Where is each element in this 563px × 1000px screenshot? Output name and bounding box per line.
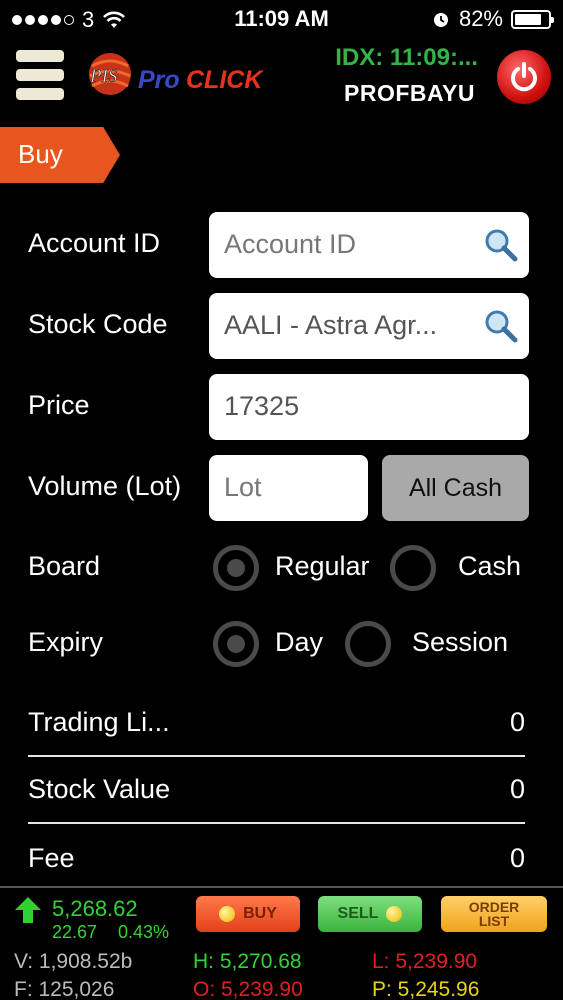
- quick-sell-button[interactable]: SELL: [318, 896, 422, 932]
- price-input[interactable]: 17325: [209, 374, 529, 440]
- svg-text:PIS: PIS: [89, 66, 118, 87]
- order-list-button[interactable]: ORDER LIST: [441, 896, 547, 932]
- battery-icon: [511, 9, 554, 29]
- app-header: PIS Pro CLICK IDX: 11:09:... PROFBAYU: [0, 40, 563, 112]
- menu-icon[interactable]: [16, 50, 64, 100]
- index-value: 5,268.62: [52, 896, 138, 921]
- price-label: Price: [28, 390, 90, 420]
- trading-limit-value: 0: [509, 707, 525, 737]
- expiry-day-radio[interactable]: [213, 621, 259, 667]
- volume-label: Volume (Lot): [28, 471, 182, 501]
- high-stat: H: 5,270.68: [193, 950, 302, 973]
- board-cash-label: Cash: [458, 551, 522, 581]
- frequency-stat: F: 125,026: [14, 978, 115, 1000]
- search-icon[interactable]: [483, 308, 519, 344]
- idx-clock: IDX: 11:09:...: [335, 44, 478, 71]
- battery-level: [515, 13, 542, 25]
- board-label: Board: [28, 551, 101, 581]
- index-change-pct: 0.43%: [118, 922, 170, 942]
- account-id-label: Account ID: [28, 228, 161, 258]
- app-logo: PIS Pro CLICK: [86, 50, 296, 102]
- page-tag-buy: Buy: [0, 127, 120, 183]
- board-cash-radio[interactable]: [390, 545, 436, 591]
- trading-limit-label: Trading Li...: [28, 707, 170, 737]
- expiry-label: Expiry: [28, 627, 104, 657]
- all-cash-button[interactable]: All Cash: [382, 455, 529, 521]
- expiry-session-radio[interactable]: [345, 621, 391, 667]
- arrow-up-icon: [15, 897, 41, 923]
- search-icon[interactable]: [483, 227, 519, 263]
- expiry-session-label: Session: [412, 627, 509, 657]
- low-stat: L: 5,239.90: [372, 950, 478, 973]
- volume-lot-input[interactable]: Lot: [209, 455, 368, 521]
- volume-stat: V: 1,908.52b: [14, 950, 133, 973]
- status-bar: 3 11:09 AM 82%: [0, 0, 563, 38]
- divider: [28, 755, 525, 757]
- index-ticker: 5,268.62 22.67 0.43% BUY SELL ORDER LIST…: [0, 886, 563, 1000]
- board-regular-radio[interactable]: [213, 545, 259, 591]
- open-stat: O: 5,239.90: [193, 978, 303, 1000]
- quick-buy-button[interactable]: BUY: [196, 896, 300, 932]
- stock-value-label: Stock Value: [28, 774, 171, 804]
- index-change: 22.67: [52, 922, 98, 942]
- alarm-icon: [433, 13, 448, 27]
- account-id-input[interactable]: Account ID: [209, 212, 529, 278]
- coin-icon: [386, 906, 403, 922]
- expiry-day-label: Day: [275, 627, 324, 657]
- svg-text:Pro: Pro: [138, 66, 180, 94]
- logout-power-button[interactable]: [497, 50, 551, 104]
- prev-stat: P: 5,245.96: [372, 978, 480, 1000]
- fee-label: Fee: [28, 843, 75, 873]
- board-regular-label: Regular: [275, 551, 370, 581]
- divider: [28, 822, 525, 824]
- stock-value-value: 0: [509, 774, 525, 804]
- stock-code-input[interactable]: AALI - Astra Agr...: [209, 293, 529, 359]
- coin-icon: [219, 906, 236, 922]
- username: PROFBAYU: [344, 80, 475, 106]
- power-icon: [511, 62, 537, 92]
- svg-text:CLICK: CLICK: [186, 66, 264, 94]
- stock-code-label: Stock Code: [28, 309, 168, 339]
- fee-value: 0: [509, 843, 525, 873]
- battery-percent: 82%: [458, 6, 503, 31]
